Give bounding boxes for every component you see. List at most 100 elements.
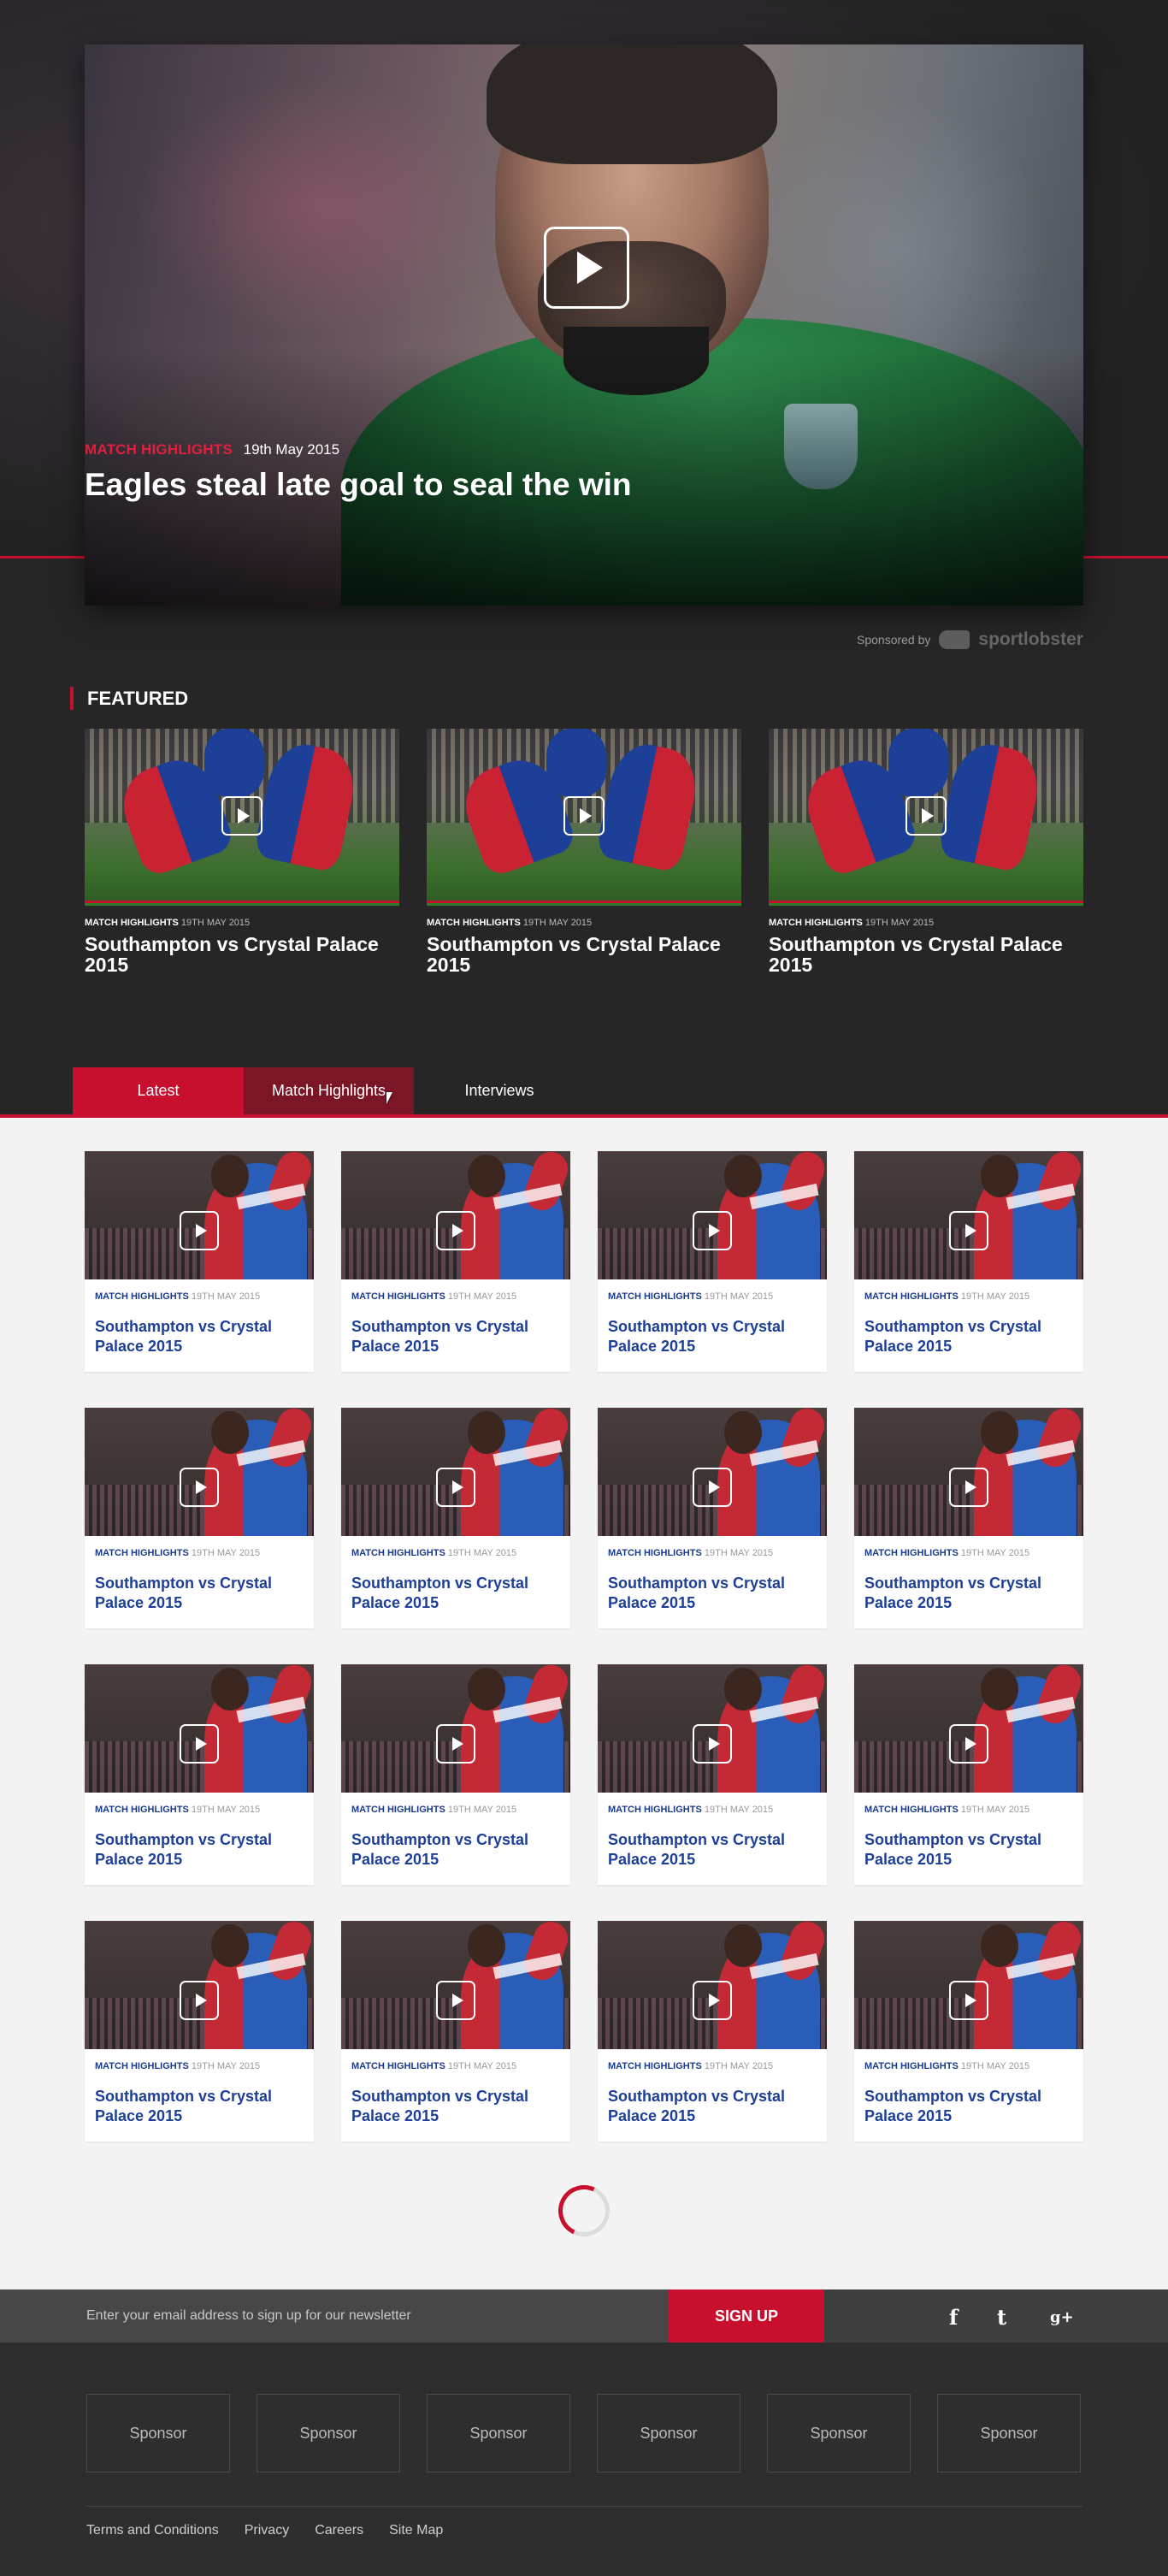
card-title[interactable]: Southampton vs Crystal Palace 2015 — [769, 934, 1083, 975]
featured-card[interactable]: MATCH HIGHLIGHTS 19TH MAY 2015 Southampto… — [427, 729, 741, 975]
card-title[interactable]: Southampton vs Crystal Palace 2015 — [608, 1830, 817, 1870]
play-icon[interactable] — [693, 1981, 732, 2020]
video-card[interactable]: MATCH HIGHLIGHTS 19TH MAY 2015 Southampto… — [598, 1151, 827, 1372]
video-thumbnail[interactable] — [854, 1408, 1083, 1536]
card-category[interactable]: MATCH HIGHLIGHTS — [95, 2061, 189, 2071]
newsletter-email-input[interactable] — [0, 2289, 669, 2343]
video-thumbnail[interactable] — [85, 1151, 314, 1279]
card-title[interactable]: Southampton vs Crystal Palace 2015 — [95, 2087, 304, 2126]
sponsor-box[interactable]: Sponsor — [597, 2394, 740, 2473]
featured-thumbnail[interactable] — [85, 729, 399, 906]
video-thumbnail[interactable] — [598, 1664, 827, 1793]
card-title[interactable]: Southampton vs Crystal Palace 2015 — [864, 1830, 1073, 1870]
video-card[interactable]: MATCH HIGHLIGHTS 19TH MAY 2015 Southampto… — [598, 1664, 827, 1885]
play-icon[interactable] — [436, 1211, 475, 1250]
card-title[interactable]: Southampton vs Crystal Palace 2015 — [85, 934, 399, 975]
video-thumbnail[interactable] — [341, 1664, 570, 1793]
card-title[interactable]: Southampton vs Crystal Palace 2015 — [351, 1830, 560, 1870]
twitter-icon[interactable]: t — [997, 2305, 1006, 2330]
sportlobster-logo-icon[interactable] — [939, 630, 970, 649]
google-plus-icon[interactable]: g+ — [1050, 2308, 1074, 2326]
tab-latest[interactable]: Latest — [73, 1067, 244, 1125]
sign-up-button[interactable]: SIGN UP — [669, 2289, 824, 2343]
play-icon[interactable] — [436, 1724, 475, 1764]
sponsor-box[interactable]: Sponsor — [767, 2394, 911, 2473]
video-thumbnail[interactable] — [85, 1408, 314, 1536]
card-title[interactable]: Southampton vs Crystal Palace 2015 — [351, 1317, 560, 1356]
tab-interviews[interactable]: Interviews — [414, 1067, 585, 1114]
card-title[interactable]: Southampton vs Crystal Palace 2015 — [95, 1317, 304, 1356]
video-thumbnail[interactable] — [598, 1408, 827, 1536]
play-icon[interactable] — [436, 1981, 475, 2020]
tab-match-highlights[interactable]: Match Highlights — [244, 1067, 414, 1114]
play-icon[interactable] — [180, 1724, 219, 1764]
footer-link-careers[interactable]: Careers — [315, 2523, 363, 2538]
card-category[interactable]: MATCH HIGHLIGHTS — [95, 1548, 189, 1558]
sponsor-box[interactable]: Sponsor — [86, 2394, 230, 2473]
card-title[interactable]: Southampton vs Crystal Palace 2015 — [864, 2087, 1073, 2126]
play-icon[interactable] — [949, 1981, 988, 2020]
card-title[interactable]: Southampton vs Crystal Palace 2015 — [608, 2087, 817, 2126]
video-card[interactable]: MATCH HIGHLIGHTS 19TH MAY 2015 Southampto… — [341, 1664, 570, 1885]
video-thumbnail[interactable] — [341, 1921, 570, 2049]
play-icon[interactable] — [221, 796, 263, 836]
card-title[interactable]: Southampton vs Crystal Palace 2015 — [608, 1574, 817, 1613]
video-card[interactable]: MATCH HIGHLIGHTS 19TH MAY 2015 Southampto… — [598, 1921, 827, 2142]
sponsor-box[interactable]: Sponsor — [937, 2394, 1081, 2473]
video-card[interactable]: MATCH HIGHLIGHTS 19TH MAY 2015 Southampto… — [854, 1921, 1083, 2142]
sponsor-box[interactable]: Sponsor — [257, 2394, 400, 2473]
video-thumbnail[interactable] — [341, 1408, 570, 1536]
card-category[interactable]: MATCH HIGHLIGHTS — [608, 1291, 702, 1302]
card-title[interactable]: Southampton vs Crystal Palace 2015 — [864, 1317, 1073, 1356]
card-category[interactable]: MATCH HIGHLIGHTS — [351, 2061, 445, 2071]
card-title[interactable]: Southampton vs Crystal Palace 2015 — [608, 1317, 817, 1356]
play-icon[interactable] — [949, 1724, 988, 1764]
video-thumbnail[interactable] — [854, 1921, 1083, 2049]
video-card[interactable]: MATCH HIGHLIGHTS 19TH MAY 2015 Southampto… — [598, 1408, 827, 1628]
sponsor-name[interactable]: sportlobster — [978, 629, 1083, 650]
facebook-icon[interactable]: f — [949, 2305, 958, 2330]
video-card[interactable]: MATCH HIGHLIGHTS 19TH MAY 2015 Southampto… — [854, 1408, 1083, 1628]
card-category[interactable]: MATCH HIGHLIGHTS — [427, 918, 521, 928]
card-category[interactable]: MATCH HIGHLIGHTS — [608, 1805, 702, 1815]
card-category[interactable]: MATCH HIGHLIGHTS — [864, 2061, 959, 2071]
video-thumbnail[interactable] — [85, 1664, 314, 1793]
featured-thumbnail[interactable] — [427, 729, 741, 906]
hero-title[interactable]: Eagles steal late goal to seal the win — [85, 467, 632, 503]
video-thumbnail[interactable] — [85, 1921, 314, 2049]
card-title[interactable]: Southampton vs Crystal Palace 2015 — [351, 1574, 560, 1613]
video-card[interactable]: MATCH HIGHLIGHTS 19TH MAY 2015 Southampto… — [854, 1151, 1083, 1372]
play-icon[interactable] — [180, 1468, 219, 1507]
play-icon[interactable] — [949, 1468, 988, 1507]
video-card[interactable]: MATCH HIGHLIGHTS 19TH MAY 2015 Southampto… — [854, 1664, 1083, 1885]
card-category[interactable]: MATCH HIGHLIGHTS — [608, 2061, 702, 2071]
featured-card[interactable]: MATCH HIGHLIGHTS 19TH MAY 2015 Southampto… — [85, 729, 399, 975]
card-title[interactable]: Southampton vs Crystal Palace 2015 — [427, 934, 741, 975]
hero-category[interactable]: MATCH HIGHLIGHTS — [85, 441, 233, 458]
video-card[interactable]: MATCH HIGHLIGHTS 19TH MAY 2015 Southampto… — [341, 1408, 570, 1628]
card-category[interactable]: MATCH HIGHLIGHTS — [351, 1805, 445, 1815]
card-category[interactable]: MATCH HIGHLIGHTS — [351, 1291, 445, 1302]
card-title[interactable]: Southampton vs Crystal Palace 2015 — [864, 1574, 1073, 1613]
card-title[interactable]: Southampton vs Crystal Palace 2015 — [351, 2087, 560, 2126]
play-icon[interactable] — [693, 1468, 732, 1507]
video-thumbnail[interactable] — [598, 1151, 827, 1279]
footer-link-privacy[interactable]: Privacy — [245, 2523, 289, 2538]
video-thumbnail[interactable] — [854, 1151, 1083, 1279]
video-card[interactable]: MATCH HIGHLIGHTS 19TH MAY 2015 Southampto… — [85, 1921, 314, 2142]
play-icon[interactable] — [180, 1211, 219, 1250]
card-category[interactable]: MATCH HIGHLIGHTS — [85, 918, 179, 928]
play-icon[interactable] — [544, 227, 629, 309]
footer-link-sitemap[interactable]: Site Map — [389, 2523, 443, 2538]
hero-video[interactable] — [85, 44, 1083, 606]
play-icon[interactable] — [693, 1211, 732, 1250]
video-card[interactable]: MATCH HIGHLIGHTS 19TH MAY 2015 Southampto… — [341, 1921, 570, 2142]
card-category[interactable]: MATCH HIGHLIGHTS — [769, 918, 863, 928]
video-card[interactable]: MATCH HIGHLIGHTS 19TH MAY 2015 Southampto… — [341, 1151, 570, 1372]
video-thumbnail[interactable] — [341, 1151, 570, 1279]
sponsor-box[interactable]: Sponsor — [427, 2394, 570, 2473]
card-category[interactable]: MATCH HIGHLIGHTS — [864, 1291, 959, 1302]
card-category[interactable]: MATCH HIGHLIGHTS — [864, 1805, 959, 1815]
card-category[interactable]: MATCH HIGHLIGHTS — [608, 1548, 702, 1558]
footer-link-terms[interactable]: Terms and Conditions — [86, 2523, 219, 2538]
